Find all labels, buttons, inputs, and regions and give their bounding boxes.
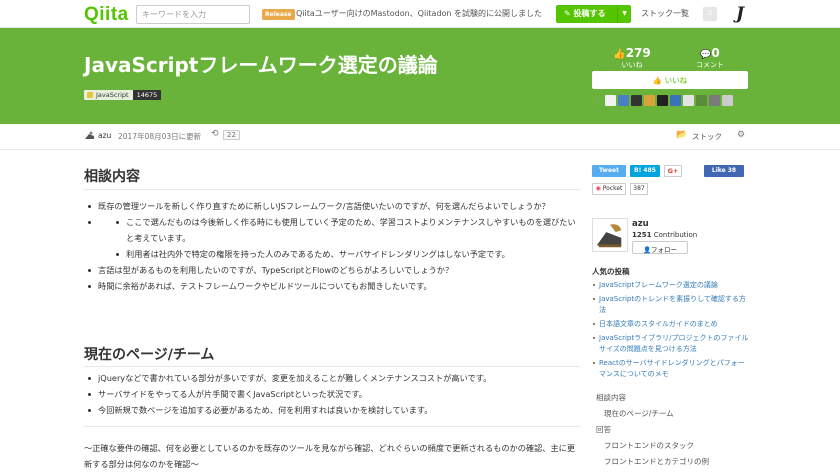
sidebar-author-name[interactable]: azu	[632, 219, 649, 229]
likes-label: いいね	[621, 61, 643, 69]
thumbs-up-icon: 👍	[652, 76, 663, 85]
pencil-icon: ✎	[564, 9, 574, 18]
history-icon[interactable]: ⟲	[211, 129, 219, 139]
tag-javascript[interactable]: JavaScript 14675	[84, 90, 162, 100]
toc-item[interactable]: フロントエンドのスタック	[604, 440, 694, 451]
list-item: サーバサイドをやってる人が片手間で書くJavaScriptといった状況です。	[84, 386, 580, 402]
popular-post-link[interactable]: JavaScriptのトレンドを素振りして確認する方法	[592, 294, 750, 316]
heading-divider	[84, 366, 580, 367]
list-item: 言語は型があるものを利用したいのですが、TypeScriptとFlowのどちらが…	[84, 262, 580, 278]
heading-divider	[84, 189, 580, 190]
notification-count[interactable]: 0	[703, 7, 717, 21]
gear-icon[interactable]: ⚙	[737, 130, 745, 140]
folder-icon[interactable]: 📂	[676, 130, 687, 140]
toc-item[interactable]: 現在のページ/チーム	[604, 408, 674, 419]
comments-counter: 💬0 コメント	[690, 42, 730, 70]
news-link[interactable]: Qiitaユーザー向けのMastodon、Qiitadon を試験的に公開しまし…	[296, 8, 542, 19]
follow-button[interactable]: 👤フォロー	[632, 241, 688, 254]
post-button-label: 投稿する	[573, 9, 606, 18]
revision-count[interactable]: 22	[223, 130, 240, 140]
list-item: ここで選んだものは今後新しく作る時にも使用していく予定のため、学習コストよりメン…	[112, 214, 580, 246]
stock-list-link[interactable]: ストック一覧	[641, 8, 689, 19]
consultation-list: 既存の管理ツールを新しく作り直すために新しいJSフレームワーク/言語使いたいので…	[84, 198, 580, 294]
contribution-count: 1251	[632, 231, 652, 239]
liker-avatar[interactable]	[631, 95, 642, 106]
popular-post-link[interactable]: 日本語文章のスタイルガイドのまとめ	[592, 319, 750, 330]
likes-counter: 👍279 いいね	[612, 42, 652, 70]
liker-avatar[interactable]	[683, 95, 694, 106]
post-button[interactable]: ✎ 投稿する ▼	[556, 5, 631, 23]
stock-button[interactable]: ストック	[692, 131, 722, 142]
list-item: 時間に余裕があれば、テストフレームワークやビルドツールについてもお聞きしたいです…	[84, 278, 580, 294]
liker-avatar[interactable]	[670, 95, 681, 106]
tag-count: 14675	[132, 90, 162, 100]
list-item: jQueryなどで書かれている部分が多いですが、変更を加えることが難しくメンテナ…	[84, 370, 580, 386]
comment-icon: 💬	[700, 50, 712, 60]
section-heading-consultation: 相談内容	[84, 169, 140, 185]
liker-avatar[interactable]	[657, 95, 668, 106]
chevron-down-icon[interactable]: ▼	[617, 5, 631, 23]
liker-avatar[interactable]	[618, 95, 629, 106]
pocket-icon: ◉	[595, 185, 601, 192]
popular-post-link[interactable]: Reactのサーバサイドレンダリングとパフォーマンスについてのメモ	[592, 358, 750, 380]
pocket-label: Pocket	[602, 185, 623, 192]
comments-label: コメント	[696, 61, 724, 69]
tag-name: JavaScript	[84, 90, 133, 100]
pocket-button[interactable]: ◉ Pocket	[592, 183, 626, 195]
popular-post-link[interactable]: JavaScriptフレームワーク選定の議論	[592, 280, 750, 291]
author-profile-image[interactable]	[592, 218, 628, 252]
qiita-logo[interactable]: Qiita	[84, 4, 129, 26]
contribution-label: Contribution	[653, 231, 698, 239]
tweet-label: Tweet	[599, 167, 619, 174]
popular-posts-heading: 人気の投稿	[592, 267, 630, 276]
list-item: 今回新規で数ページを追加する必要があるため、何を利用すれば良いかを検討しています…	[84, 402, 580, 418]
current-list: jQueryなどで書かれている部分が多いですが、変更を加えることが難しくメンテナ…	[84, 370, 580, 418]
hatena-bookmark-button[interactable]: B! 485	[630, 165, 660, 177]
user-plus-icon: 👤	[642, 246, 652, 254]
toc-item[interactable]: フロントエンドとカテゴリの例	[604, 456, 709, 467]
author-avatar[interactable]	[84, 130, 95, 141]
user-avatar[interactable]: J	[731, 4, 749, 24]
comments-count: 0	[711, 46, 720, 60]
search-input[interactable]: キーワードを入力	[136, 5, 250, 24]
list-item: 既存の管理ツールを新しく作り直すために新しいJSフレームワーク/言語使いたいので…	[84, 198, 580, 214]
popular-post-link[interactable]: JavaScriptライブラリ/プロジェクトのファイルサイズの問題点を見つける方…	[592, 333, 750, 355]
likers-avatars	[592, 95, 733, 107]
likes-count: 279	[625, 46, 651, 60]
nested-list-wrapper: ここで選んだものは今後新しく作る時にも使用していく予定のため、学習コストよりメン…	[84, 214, 580, 262]
liker-avatar[interactable]	[605, 95, 616, 106]
follow-label: フォロー	[651, 246, 678, 254]
liker-avatar[interactable]	[709, 95, 720, 106]
like-button[interactable]: 👍 いいね	[592, 71, 748, 89]
nested-list: ここで選んだものは今後新しく作る時にも使用していく予定のため、学習コストよりメン…	[84, 214, 580, 262]
section-divider	[84, 426, 580, 427]
release-badge: Release	[262, 9, 295, 20]
liker-avatar[interactable]	[696, 95, 707, 106]
tweet-button[interactable]: Tweet	[592, 165, 626, 177]
author-name[interactable]: azu	[98, 131, 111, 140]
facebook-like-button[interactable]: Like 38	[704, 165, 744, 177]
requirements-paragraph: 〜正確な要件の確認、何を必要としているのかを既存のツールを見ながら確認、どれぐら…	[84, 443, 576, 469]
update-date: 2017年08月03日に更新	[118, 132, 202, 141]
list-item: 利用者は社内外で特定の権限を持った人のみであるため、サーバサイドレンダリングはし…	[112, 246, 580, 262]
popular-posts-list: JavaScriptフレームワーク選定の議論 JavaScriptのトレンドを素…	[592, 280, 750, 383]
article-title: JavaScriptフレームワーク選定の議論	[84, 53, 438, 77]
contribution: 1251 Contribution	[632, 231, 697, 239]
liker-avatar[interactable]	[644, 95, 655, 106]
liker-avatar[interactable]	[592, 95, 603, 106]
toc-item[interactable]: 相談内容	[596, 392, 626, 403]
thumbs-up-icon: 👍	[613, 49, 626, 60]
google-plus-button[interactable]: G+	[664, 165, 682, 177]
section-heading-current: 現在のページ/チーム	[84, 347, 215, 363]
pocket-count: 387	[630, 183, 648, 195]
liker-avatar[interactable]	[722, 95, 733, 106]
toc-item[interactable]: 回答	[596, 424, 611, 435]
like-button-label: いいね	[664, 76, 688, 85]
